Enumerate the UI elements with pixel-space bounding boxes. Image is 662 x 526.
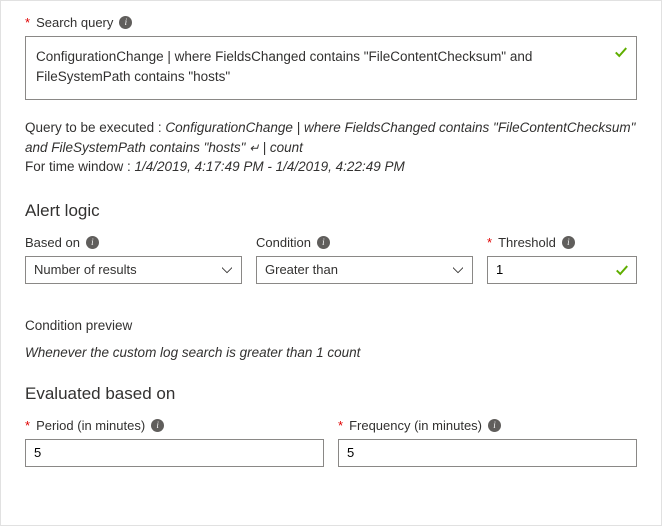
required-asterisk: *	[25, 418, 30, 433]
search-query-input-wrap: ConfigurationChange | where FieldsChange…	[25, 36, 637, 100]
info-icon[interactable]: i	[86, 236, 99, 249]
condition-preview-text: Whenever the custom log search is greate…	[25, 345, 637, 360]
query-meta-italic-suffix: | count	[263, 140, 303, 155]
condition-field: Condition i Greater than	[256, 235, 473, 284]
threshold-label: * Threshold i	[487, 235, 637, 250]
period-label-text: Period (in minutes)	[36, 418, 145, 433]
alert-logic-heading: Alert logic	[25, 201, 637, 221]
evaluated-heading: Evaluated based on	[25, 384, 637, 404]
info-icon[interactable]: i	[119, 16, 132, 29]
required-asterisk: *	[487, 235, 492, 250]
threshold-label-text: Threshold	[498, 235, 556, 250]
chevron-down-icon	[221, 266, 233, 274]
query-meta-prefix: Query to be executed :	[25, 120, 165, 135]
based-on-label: Based on i	[25, 235, 242, 250]
frequency-input-wrap	[338, 439, 637, 467]
alert-logic-row: Based on i Number of results Condition i…	[25, 235, 637, 284]
period-label: * Period (in minutes) i	[25, 418, 324, 433]
frequency-label-text: Frequency (in minutes)	[349, 418, 482, 433]
check-icon	[614, 45, 628, 59]
return-icon: ↵	[249, 141, 262, 155]
based-on-field: Based on i Number of results	[25, 235, 242, 284]
query-meta-line-1: Query to be executed : ConfigurationChan…	[25, 118, 637, 157]
condition-label: Condition i	[256, 235, 473, 250]
time-window-value: 1/4/2019, 4:17:49 PM - 1/4/2019, 4:22:49…	[135, 159, 405, 174]
threshold-input-wrap	[487, 256, 637, 284]
period-input[interactable]	[25, 439, 324, 467]
chevron-down-icon	[452, 266, 464, 274]
condition-select[interactable]: Greater than	[256, 256, 473, 284]
info-icon[interactable]: i	[488, 419, 501, 432]
time-window-prefix: For time window :	[25, 159, 135, 174]
search-query-label: * Search query i	[25, 15, 637, 30]
required-asterisk: *	[338, 418, 343, 433]
query-meta-line-2: For time window : 1/4/2019, 4:17:49 PM -…	[25, 157, 637, 177]
condition-select-value: Greater than	[265, 262, 338, 277]
based-on-select-value: Number of results	[34, 262, 137, 277]
frequency-label: * Frequency (in minutes) i	[338, 418, 637, 433]
based-on-select[interactable]: Number of results	[25, 256, 242, 284]
required-asterisk: *	[25, 15, 30, 30]
query-meta-block: Query to be executed : ConfigurationChan…	[25, 118, 637, 177]
info-icon[interactable]: i	[562, 236, 575, 249]
info-icon[interactable]: i	[317, 236, 330, 249]
condition-label-text: Condition	[256, 235, 311, 250]
search-query-input[interactable]: ConfigurationChange | where FieldsChange…	[36, 47, 606, 89]
evaluated-row: * Period (in minutes) i * Frequency (in …	[25, 418, 637, 467]
threshold-field: * Threshold i	[487, 235, 637, 284]
condition-preview-label: Condition preview	[25, 318, 637, 333]
alert-configuration-panel: * Search query i ConfigurationChange | w…	[0, 0, 662, 526]
check-icon	[615, 263, 629, 277]
frequency-input[interactable]	[338, 439, 637, 467]
frequency-field: * Frequency (in minutes) i	[338, 418, 637, 467]
info-icon[interactable]: i	[151, 419, 164, 432]
based-on-label-text: Based on	[25, 235, 80, 250]
search-query-label-text: Search query	[36, 15, 113, 30]
period-field: * Period (in minutes) i	[25, 418, 324, 467]
period-input-wrap	[25, 439, 324, 467]
